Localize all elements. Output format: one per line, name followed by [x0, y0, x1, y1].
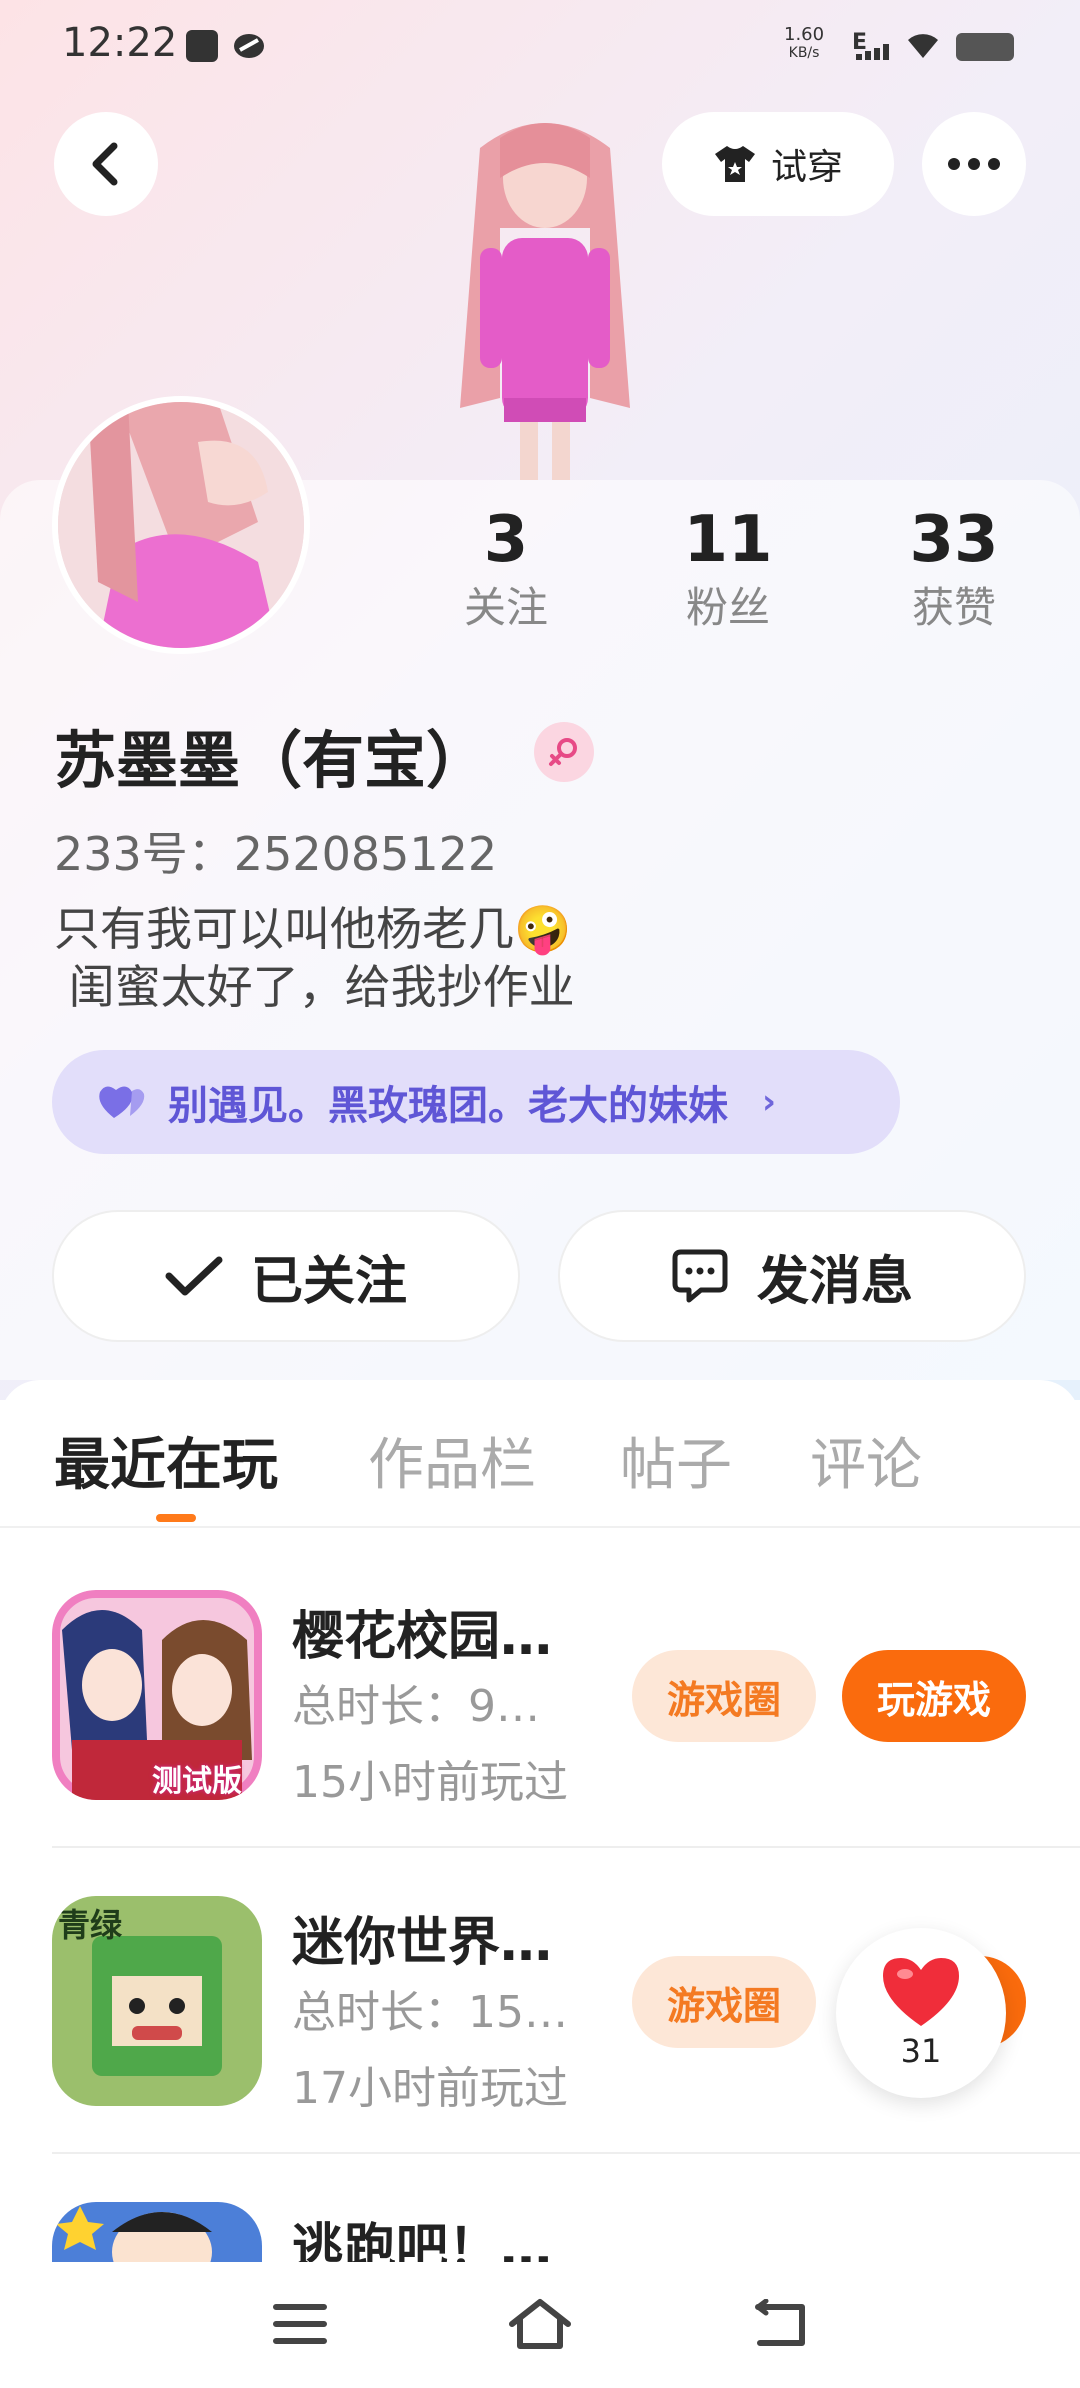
stat-label: 粉丝 — [685, 583, 770, 632]
stat-value: 3 — [483, 503, 529, 577]
stat-value: 11 — [683, 503, 773, 577]
game-circle-button[interactable]: 游戏圈 — [632, 1650, 816, 1742]
game-title[interactable]: 樱花校园… — [292, 1594, 552, 1669]
chat-bubble-icon — [672, 1249, 728, 1303]
more-options-button[interactable] — [922, 112, 1026, 216]
more-dot-icon — [948, 158, 960, 170]
nickname: 苏墨墨（有宝） — [54, 724, 489, 797]
check-icon — [165, 1256, 223, 1296]
game-icon-badge: 测试版 — [152, 1764, 242, 1799]
back-button[interactable] — [54, 112, 158, 216]
like-float-button[interactable]: 31 — [836, 1928, 1006, 2098]
avatar[interactable] — [52, 396, 310, 654]
game-icon-escape[interactable] — [52, 2202, 262, 2262]
group-name: 别遇见。黑玫瑰团。老大的妹妹 — [168, 1083, 728, 1129]
tab-comments[interactable]: 评论 — [810, 1420, 922, 1501]
tab-posts[interactable]: 帖子 — [620, 1420, 732, 1501]
home-button[interactable] — [500, 2292, 580, 2356]
mail-notification-icon — [186, 30, 218, 62]
menu-icon — [273, 2304, 327, 2344]
tab-works[interactable]: 作品栏 — [368, 1420, 536, 1501]
home-icon — [509, 2299, 571, 2349]
chevron-right-icon: › — [762, 1082, 777, 1122]
try-on-label: 试穿 — [770, 147, 843, 188]
follow-label: 已关注 — [250, 1251, 407, 1312]
more-dot-icon — [968, 158, 980, 170]
game-last-played: 17小时前玩过 — [292, 2063, 568, 2114]
user-id: 233号：252085122 — [54, 827, 498, 881]
stat-likes[interactable]: 33 获赞 — [864, 500, 1044, 636]
game-title[interactable]: 迷你世界… — [292, 1900, 552, 1975]
send-message-label: 发消息 — [756, 1251, 913, 1312]
send-message-button[interactable]: 发消息 — [558, 1210, 1026, 1342]
game-last-played: 15小时前玩过 — [292, 1757, 568, 1808]
chevron-left-icon — [92, 142, 118, 186]
back-nav-button[interactable] — [740, 2292, 820, 2356]
game-duration: 总时长：15… — [292, 1987, 568, 2038]
stat-fans[interactable]: 11 粉丝 — [638, 500, 818, 636]
try-on-button[interactable]: 试穿 — [662, 112, 894, 216]
follow-button[interactable]: 已关注 — [52, 1210, 520, 1342]
heart-icon — [99, 1086, 145, 1118]
wifi-icon — [906, 28, 940, 62]
game-icon-mini-world[interactable]: 青绿 — [52, 1896, 262, 2106]
back-nav-icon — [755, 2299, 805, 2346]
more-dot-icon — [988, 158, 1000, 170]
game-icon-sakura-school[interactable]: 测试版 — [52, 1590, 262, 1800]
stat-label: 获赞 — [911, 583, 996, 632]
app-notification-icon — [232, 30, 266, 62]
like-count: 31 — [900, 2032, 942, 2070]
network-speed: 1.60 KB/s — [784, 26, 824, 62]
row-divider — [52, 1846, 1080, 1848]
tab-active-indicator — [156, 1514, 196, 1522]
stat-value: 33 — [909, 503, 999, 577]
tshirt-icon — [714, 146, 755, 182]
tabs-divider — [0, 1526, 1080, 1528]
row-divider — [52, 2152, 1080, 2154]
system-navigation-bar — [0, 2262, 1080, 2388]
heart-icon — [883, 1958, 959, 2026]
game-circle-button[interactable]: 游戏圈 — [632, 1956, 816, 2048]
menu-button[interactable] — [260, 2292, 340, 2356]
status-time: 12:22 — [62, 20, 178, 66]
group-badge[interactable]: 别遇见。黑玫瑰团。老大的妹妹 › — [52, 1050, 900, 1154]
stat-label: 关注 — [463, 583, 548, 632]
bio: 只有我可以叫他杨老几🤪 闺蜜太好了，给我抄作业 — [54, 902, 575, 1014]
network-speed-value: 1.60 — [784, 24, 825, 45]
avatar-figure[interactable] — [440, 108, 650, 480]
female-icon — [534, 722, 594, 782]
stat-following[interactable]: 3 关注 — [416, 500, 596, 636]
status-bar: 12:22 1.60 KB/s E — [0, 0, 1080, 90]
signal-bars-icon — [856, 44, 890, 60]
network-speed-unit: KB/s — [788, 45, 820, 61]
game-duration: 总时长：9… — [292, 1681, 540, 1732]
game-icon-badge: 青绿 — [58, 1906, 123, 1944]
battery-icon — [956, 33, 1014, 61]
play-game-button[interactable]: 玩游戏 — [842, 1650, 1026, 1742]
tab-recently-played[interactable]: 最近在玩 — [54, 1420, 278, 1501]
